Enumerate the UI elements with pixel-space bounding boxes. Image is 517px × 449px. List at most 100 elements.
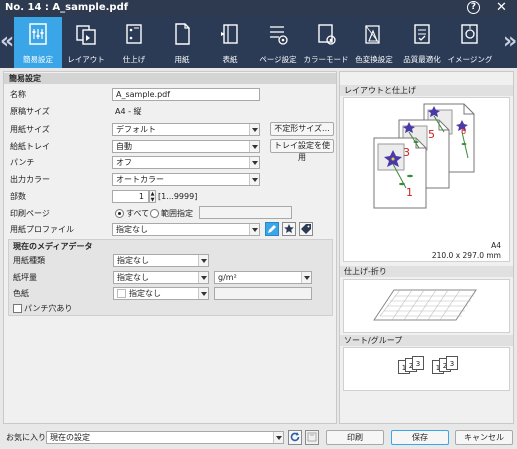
tab-paper[interactable]: 用紙 xyxy=(158,17,206,68)
imaging-icon xyxy=(461,24,478,44)
chevron-down-icon xyxy=(249,157,259,168)
media-type-select[interactable]: 指定なし xyxy=(113,254,209,267)
print-pages-all-label: すべて xyxy=(126,209,150,218)
colored-paper-field[interactable] xyxy=(214,287,312,300)
fold-icon xyxy=(373,289,477,321)
close-icon[interactable]: ✕ xyxy=(496,0,507,15)
paper-weight-value: 指定なし xyxy=(117,273,149,282)
scroll-right-icon[interactable]: » xyxy=(503,17,517,68)
print-pages-label: 印刷ページ xyxy=(10,209,50,218)
basic-settings-icon xyxy=(29,23,47,45)
punched-label: パンチ穴あり xyxy=(24,304,73,313)
tab-color-conversion[interactable]: 色変換設定 xyxy=(350,17,398,68)
window-title: No. 14 : A_sample.pdf xyxy=(5,2,129,13)
profile-tag-button[interactable] xyxy=(299,222,313,236)
output-color-select[interactable]: オートカラー xyxy=(112,173,260,186)
media-type-label: 用紙種類 xyxy=(13,256,45,265)
page-settings-icon xyxy=(270,26,288,45)
color-swatch xyxy=(117,289,126,298)
cover-icon xyxy=(221,24,238,44)
punched-checkbox[interactable] xyxy=(13,304,22,313)
original-size-value: A4 - 縦 xyxy=(115,107,142,116)
preview-panel: レイアウトと仕上げ 1 3 5 6 A4 210.0 x 297.0 mm 仕上… xyxy=(339,71,514,424)
settings-toolbar: « 簡易設定 レイアウト 仕上げ 用紙 表紙 ページ設定 カラーモード 色変換設… xyxy=(0,17,517,68)
tray-value: 自動 xyxy=(116,142,132,151)
tab-cover[interactable]: 表紙 xyxy=(206,17,254,68)
layout-icon xyxy=(76,25,96,45)
paper-size-select[interactable]: デフォルト xyxy=(112,123,260,136)
tab-page-settings[interactable]: ページ設定 xyxy=(254,17,302,68)
tray-label: 給紙トレイ xyxy=(10,142,50,151)
paper-weight-unit-select[interactable]: g/m² xyxy=(214,271,312,284)
output-color-label: 出力カラー xyxy=(10,175,50,184)
profile-edit-button[interactable] xyxy=(265,222,279,236)
chevron-down-icon xyxy=(198,255,208,266)
chevron-down-icon xyxy=(301,272,311,283)
refresh-icon xyxy=(290,432,300,442)
print-button[interactable]: 印刷 xyxy=(326,430,384,445)
footer-bar: お気に入り 現在の設定 印刷 保存 キャンセル xyxy=(0,426,517,449)
favorites-select[interactable]: 現在の設定 xyxy=(46,431,284,444)
paper-dimensions: 210.0 x 297.0 mm xyxy=(431,251,501,260)
chevron-down-icon xyxy=(198,288,208,299)
tray-select[interactable]: 自動 xyxy=(112,140,260,153)
name-field[interactable]: A_sample.pdf xyxy=(112,88,260,101)
colored-paper-value: 指定なし xyxy=(129,289,161,298)
title-bar: No. 14 : A_sample.pdf ? ✕ xyxy=(0,0,517,17)
quality-icon xyxy=(414,24,430,44)
colored-paper-label: 色紙 xyxy=(13,289,29,298)
custom-size-button[interactable]: 不定形サイズ... xyxy=(270,122,334,136)
star-icon xyxy=(284,224,294,233)
profile-favorite-button[interactable] xyxy=(282,222,296,236)
save-button[interactable]: 保存 xyxy=(391,430,449,445)
punch-select[interactable]: オフ xyxy=(112,156,260,169)
floppy-icon xyxy=(307,432,317,442)
tab-basic-settings[interactable]: 簡易設定 xyxy=(14,17,62,68)
paper-profile-label: 用紙プロファイル xyxy=(10,225,74,234)
page-number: 3 xyxy=(403,146,410,159)
refresh-button[interactable] xyxy=(288,430,302,445)
chevron-down-icon xyxy=(249,141,259,152)
paper-profile-select[interactable]: 指定なし xyxy=(112,223,260,236)
colored-paper-select[interactable]: 指定なし xyxy=(113,287,209,300)
sort-preview-title: ソート/グループ xyxy=(340,335,513,346)
sort-page: 3 xyxy=(446,356,458,370)
color-conversion-icon xyxy=(365,25,380,44)
page-number: 1 xyxy=(406,186,413,199)
tab-color-mode[interactable]: カラーモード xyxy=(302,17,350,68)
tray-settings-button[interactable]: トレイ設定を使用 xyxy=(270,139,334,162)
color-mode-icon xyxy=(318,24,336,45)
name-label: 名称 xyxy=(10,90,26,99)
page-stack-preview: 1 3 5 6 xyxy=(373,103,475,209)
fold-preview xyxy=(343,279,510,333)
paper-weight-select[interactable]: 指定なし xyxy=(113,271,209,284)
tab-label: イメージング xyxy=(447,55,493,64)
print-pages-range-label: 範囲指定 xyxy=(161,209,193,218)
sort-page: 3 xyxy=(412,356,424,370)
output-color-value: オートカラー xyxy=(116,175,164,184)
settings-panel: 簡易設定 名称 A_sample.pdf 原稿サイズ A4 - 縦 用紙サイズ … xyxy=(3,71,337,424)
tab-imaging[interactable]: イメージング xyxy=(446,17,494,68)
original-size-label: 原稿サイズ xyxy=(10,107,50,116)
print-pages-range-radio[interactable] xyxy=(150,209,159,218)
cancel-button[interactable]: キャンセル xyxy=(455,430,513,445)
fold-preview-title: 仕上げ-折り xyxy=(340,266,513,277)
tab-layout[interactable]: レイアウト xyxy=(62,17,110,68)
paper-profile-value: 指定なし xyxy=(116,225,148,234)
tab-finishing[interactable]: 仕上げ xyxy=(110,17,158,68)
copies-field[interactable]: 1 xyxy=(112,190,149,203)
save-favorite-button[interactable] xyxy=(305,430,319,445)
favorites-value: 現在の設定 xyxy=(50,433,90,442)
tag-icon xyxy=(301,224,311,234)
page-range-field[interactable] xyxy=(199,206,292,219)
punch-value: オフ xyxy=(116,158,132,167)
paper-name: A4 xyxy=(491,241,501,250)
tab-quality[interactable]: 品質最適化 xyxy=(398,17,446,68)
paper-icon xyxy=(175,23,190,45)
copies-stepper[interactable]: ▲ ▼ xyxy=(149,190,156,203)
help-icon[interactable]: ? xyxy=(467,1,480,14)
layout-preview-title: レイアウトと仕上げ xyxy=(340,85,513,96)
print-pages-all-radio[interactable] xyxy=(115,209,124,218)
section-title: 簡易設定 xyxy=(4,73,336,84)
copies-label: 部数 xyxy=(10,192,26,201)
